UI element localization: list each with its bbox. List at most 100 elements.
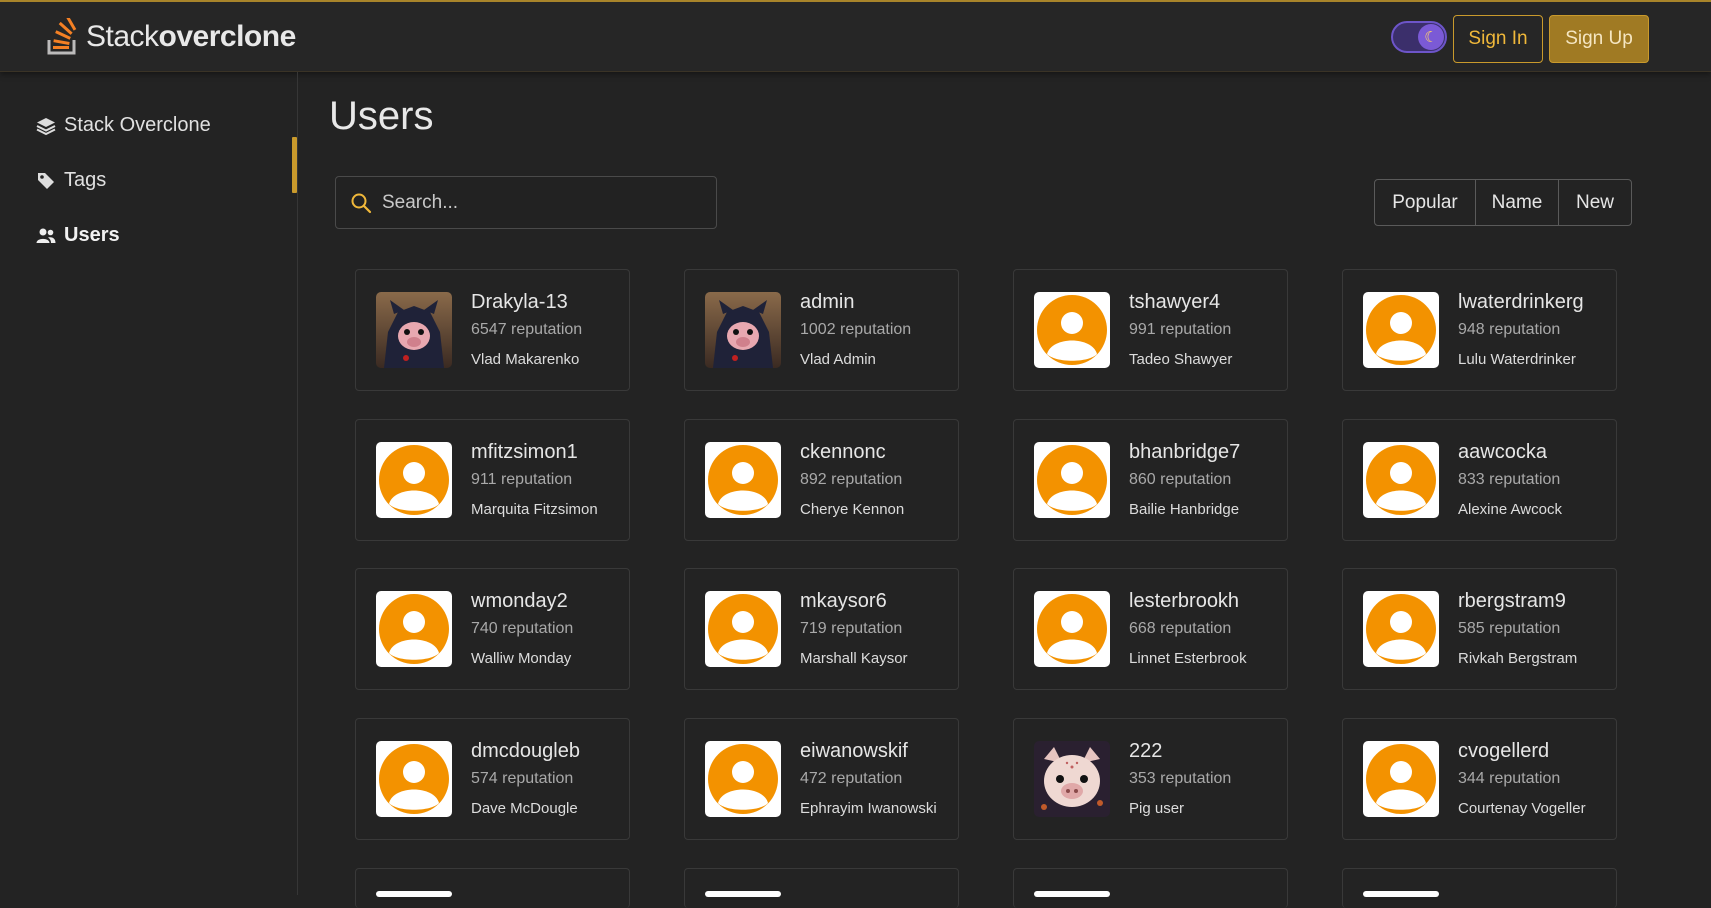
avatar[interactable]	[376, 741, 452, 817]
search-input[interactable]	[380, 190, 704, 215]
user-reputation: 911 reputation	[471, 471, 573, 488]
user-card[interactable]	[684, 868, 959, 908]
user-card[interactable]: lesterbrookh 668 reputation Linnet Esterbr…	[1013, 568, 1288, 690]
active-indicator	[292, 137, 297, 193]
avatar[interactable]	[1034, 442, 1110, 518]
avatar[interactable]	[1034, 741, 1110, 817]
user-fullname: Marquita Fitzsimon	[471, 501, 598, 518]
avatar[interactable]	[376, 591, 452, 667]
sidebar-item-label: Users	[64, 224, 120, 246]
user-fullname: Tadeo Shawyer	[1129, 351, 1233, 368]
user-username[interactable]: mfitzsimon1	[471, 441, 578, 464]
user-card[interactable]: aawcocka 833 reputation Alexine Awcock	[1342, 419, 1617, 541]
user-username[interactable]: lesterbrookh	[1129, 590, 1239, 613]
sidebar-item-tags[interactable]: Tags	[36, 169, 106, 192]
user-reputation: 991 reputation	[1129, 321, 1232, 338]
user-fullname: Cherye Kennon	[800, 501, 905, 518]
user-username[interactable]: dmcdougleb	[471, 740, 580, 763]
sidebar-item-stack-overclone[interactable]: Stack Overclone	[36, 114, 211, 137]
user-fullname: Bailie Hanbridge	[1129, 501, 1240, 518]
user-username[interactable]: cvogellerd	[1458, 740, 1549, 763]
avatar[interactable]	[1034, 292, 1110, 368]
avatar[interactable]	[705, 292, 781, 368]
sort-filter-group: Popular Name New	[1374, 179, 1632, 226]
avatar[interactable]	[705, 741, 781, 817]
user-card[interactable]: admin 1002 reputation Vlad Admin	[684, 269, 959, 391]
user-reputation: 833 reputation	[1458, 471, 1561, 488]
user-card[interactable]: mfitzsimon1 911 reputation Marquita Fitzsi…	[355, 419, 630, 541]
avatar[interactable]	[1363, 591, 1439, 667]
user-reputation: 353 reputation	[1129, 770, 1232, 787]
user-fullname: Linnet Esterbrook	[1129, 650, 1247, 667]
avatar[interactable]	[376, 292, 452, 368]
user-username[interactable]: admin	[800, 291, 854, 314]
tags-icon	[36, 171, 56, 191]
user-username[interactable]: bhanbridge7	[1129, 441, 1240, 464]
logo[interactable]: Stackoverclone	[46, 18, 296, 56]
user-card[interactable]: dmcdougleb 574 reputation Dave McDougle	[355, 718, 630, 840]
user-card[interactable]: eiwanowskif 472 reputation Ephrayim Iwanow…	[684, 718, 959, 840]
sidebar: Stack Overclone Tags Users	[0, 72, 298, 895]
sign-up-button[interactable]: Sign Up	[1549, 15, 1649, 63]
user-username[interactable]: aawcocka	[1458, 441, 1547, 464]
user-fullname: Alexine Awcock	[1458, 501, 1562, 518]
avatar[interactable]	[1363, 292, 1439, 368]
avatar[interactable]	[1034, 891, 1110, 897]
user-username[interactable]: eiwanowskif	[800, 740, 908, 763]
user-username[interactable]: ckennonc	[800, 441, 886, 464]
sign-in-button[interactable]: Sign In	[1453, 15, 1543, 63]
user-username[interactable]: tshawyer4	[1129, 291, 1220, 314]
user-fullname: Courtenay Vogeller	[1458, 800, 1586, 817]
filter-popular[interactable]: Popular	[1375, 180, 1476, 225]
avatar[interactable]	[1363, 891, 1439, 897]
user-reputation: 892 reputation	[800, 471, 903, 488]
user-card[interactable]: lwaterdrinkerg 948 reputation Lulu Waterdr…	[1342, 269, 1617, 391]
logo-text: Stackoverclone	[86, 20, 296, 53]
user-reputation: 948 reputation	[1458, 321, 1561, 338]
user-card[interactable]	[1342, 868, 1617, 908]
user-card[interactable]: wmonday2 740 reputation Walliw Monday	[355, 568, 630, 690]
top-bar: Stackoverclone ☾ Sign In Sign Up	[0, 0, 1711, 72]
user-card[interactable]	[355, 868, 630, 908]
user-card[interactable]: Drakyla-13 6547 reputation Vlad Makarenko	[355, 269, 630, 391]
sidebar-item-label: Stack Overclone	[64, 114, 211, 136]
filter-new[interactable]: New	[1559, 180, 1631, 225]
user-card[interactable]: mkaysor6 719 reputation Marshall Kaysor	[684, 568, 959, 690]
user-username[interactable]: Drakyla-13	[471, 291, 568, 314]
avatar[interactable]	[1363, 741, 1439, 817]
sidebar-item-label: Tags	[64, 169, 107, 191]
filter-name[interactable]: Name	[1476, 180, 1559, 225]
user-card[interactable]: 222 353 reputation Pig user	[1013, 718, 1288, 840]
search-icon	[350, 192, 372, 214]
sidebar-item-users[interactable]: Users	[36, 224, 120, 247]
avatar[interactable]	[1034, 591, 1110, 667]
avatar[interactable]	[376, 442, 452, 518]
user-card[interactable]: ckennonc 892 reputation Cherye Kennon	[684, 419, 959, 541]
user-card[interactable]	[1013, 868, 1288, 908]
avatar[interactable]	[376, 891, 452, 897]
user-card[interactable]: tshawyer4 991 reputation Tadeo Shawyer	[1013, 269, 1288, 391]
avatar[interactable]	[1363, 442, 1439, 518]
users-icon	[36, 226, 56, 246]
user-reputation: 860 reputation	[1129, 471, 1232, 488]
avatar[interactable]	[705, 442, 781, 518]
user-fullname: Dave McDougle	[471, 800, 578, 817]
user-username[interactable]: rbergstram9	[1458, 590, 1566, 613]
user-card[interactable]: cvogellerd 344 reputation Courtenay Vogell…	[1342, 718, 1617, 840]
theme-toggle[interactable]: ☾	[1391, 21, 1447, 53]
user-fullname: Lulu Waterdrinker	[1458, 351, 1576, 368]
user-username[interactable]: wmonday2	[471, 590, 568, 613]
user-username[interactable]: mkaysor6	[800, 590, 887, 613]
user-reputation: 6547 reputation	[471, 321, 583, 338]
user-fullname: Walliw Monday	[471, 650, 572, 667]
avatar[interactable]	[705, 891, 781, 897]
user-username[interactable]: lwaterdrinkerg	[1458, 291, 1584, 314]
search-box[interactable]	[335, 176, 717, 229]
user-reputation: 1002 reputation	[800, 321, 912, 338]
avatar[interactable]	[705, 591, 781, 667]
user-card[interactable]: rbergstram9 585 reputation Rivkah Bergstra…	[1342, 568, 1617, 690]
user-reputation: 668 reputation	[1129, 620, 1232, 637]
user-reputation: 740 reputation	[471, 620, 574, 637]
user-username[interactable]: 222	[1129, 740, 1162, 763]
user-card[interactable]: bhanbridge7 860 reputation Bailie Hanbridg…	[1013, 419, 1288, 541]
